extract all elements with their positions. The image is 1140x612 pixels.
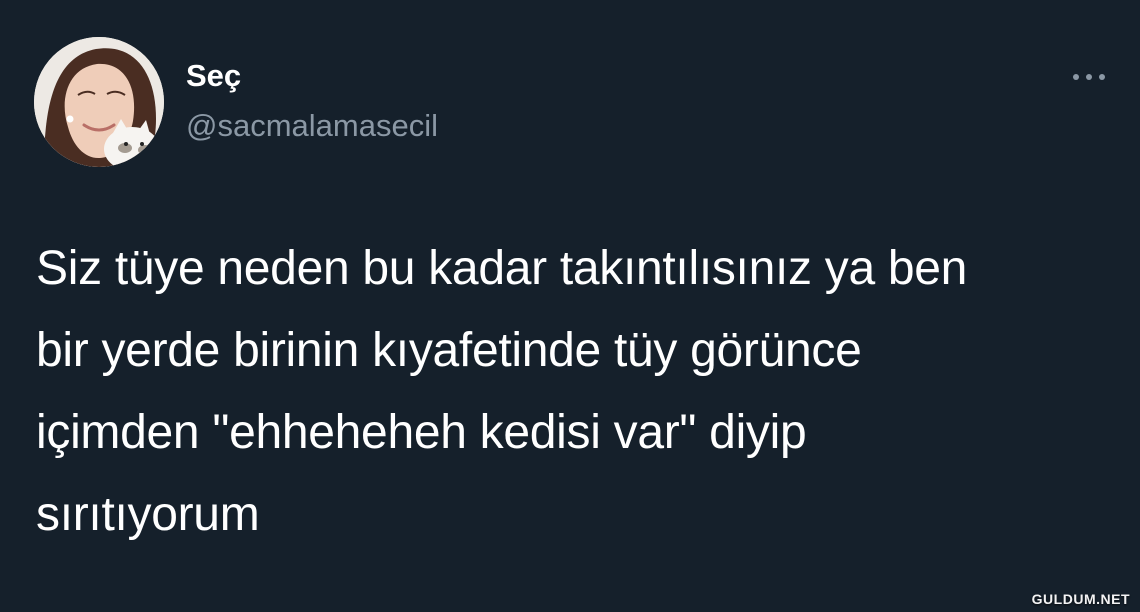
previous-tweet-fragment [120,0,700,4]
tweet-line-4: sırıtıyorum [36,488,260,541]
site-watermark: GULDUM.NET [1031,591,1130,607]
profile-photo-icon [34,37,164,167]
tweet-line-3: içimden "ehheheheh kedisi var" diyip [36,406,807,459]
profile-avatar[interactable] [34,37,164,167]
more-horizontal-icon-dot-3 [1099,74,1105,80]
more-options-button[interactable] [1066,62,1112,92]
display-name[interactable]: Seç [186,60,241,91]
more-horizontal-icon-dot-2 [1086,74,1092,80]
more-horizontal-icon-dot-1 [1073,74,1079,80]
user-handle[interactable]: @sacmalamasecil [186,110,438,141]
tweet-text: Siz tüye neden bu kadar takıntılısınız y… [36,228,1126,556]
tweet-line-1: Siz tüye neden bu kadar takıntılısınız y… [36,242,968,295]
tweet-line-2: bir yerde birinin kıyafetinde tüy görünc… [36,324,862,377]
